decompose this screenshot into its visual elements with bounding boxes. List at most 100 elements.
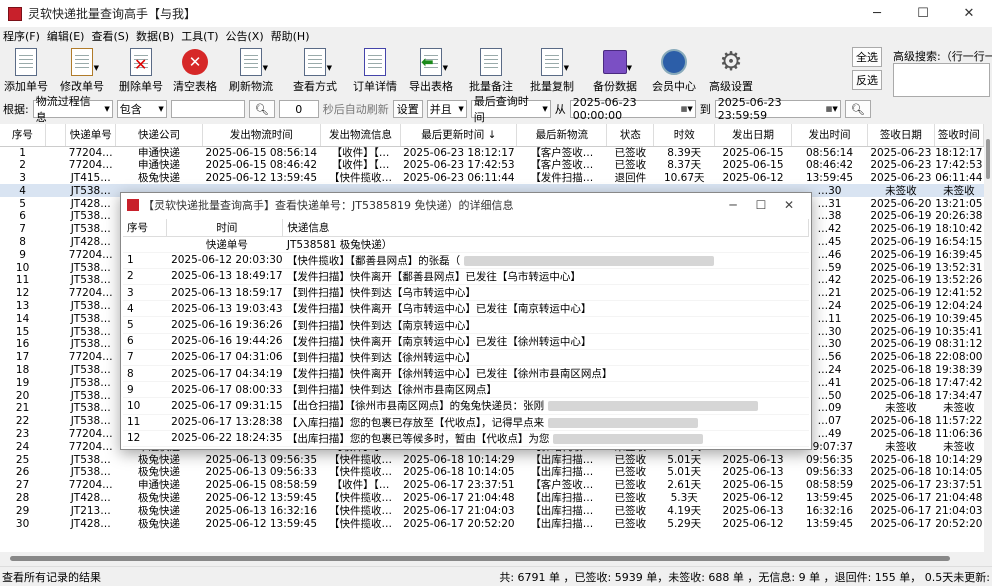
table-cell: 2025-06-15 08:46:42 [205, 159, 318, 172]
dialog-minimize-button[interactable]: ─ [719, 193, 747, 217]
menu-notice[interactable]: 公告(X) [226, 28, 264, 44]
dialog-cell-index: 9 [123, 381, 167, 399]
advanced-search-input[interactable] [893, 63, 990, 97]
column-header[interactable]: 最后更新时间 ↓ [400, 124, 518, 147]
toolbar-button-label: 备份数据 [593, 80, 637, 93]
dialog-row[interactable]: 1 2025-06-12 20:03:30 【快件揽收】【鄱善县网点】的张磊（ [123, 252, 809, 269]
filter-keyword-input[interactable] [170, 100, 245, 118]
toolbar-button-batch-note[interactable]: 批量备注 [460, 45, 522, 97]
dropdown-arrow-icon[interactable]: ▼ [564, 64, 569, 72]
column-header[interactable]: 发出时间 [791, 124, 869, 147]
column-header[interactable]: 状态 [606, 124, 655, 147]
menu-edit[interactable]: 编辑(E) [47, 28, 85, 44]
dialog-maximize-button[interactable]: ☐ [747, 193, 775, 217]
dialog-row[interactable]: 12 2025-06-22 18:24:35 【出库扫描】您的包裹已等候多时，暂由【… [123, 430, 809, 447]
toolbar-button-add-doc[interactable]: 添加单号 [0, 45, 52, 97]
column-header[interactable]: 签收日期 [867, 124, 935, 147]
date-search-button[interactable]: 🔍︎ [844, 100, 871, 118]
column-header[interactable]: 时效 [653, 124, 716, 147]
dialog-col-time[interactable]: 时间 [166, 219, 284, 237]
table-row[interactable]: 2 77204… 申通快递 2025-06-15 08:46:42 【收件】【… 2025… [0, 159, 984, 172]
column-header[interactable]: 快递单号 [65, 124, 117, 147]
column-header[interactable]: 发出物流时间 [202, 124, 321, 147]
dialog-row[interactable]: 8 2025-06-17 04:34:19 【发件扫描】快件离开【徐州转运中心】已发… [123, 365, 809, 383]
table-row[interactable]: 30 JT428… 极兔快递 2025-06-12 13:59:45 【快件揽收… 202… [0, 517, 984, 530]
table-row[interactable]: 3 JT415… 极兔快递 2025-06-12 13:59:45 【快件揽收… 2025… [0, 172, 984, 185]
table-cell: 27 [15, 479, 30, 492]
table-row[interactable]: 29 JT213… 极兔快递 2025-06-13 16:32:16 【快件揽收… 202… [0, 504, 984, 517]
table-cell: 20:26:38 [935, 210, 983, 223]
column-header[interactable]: 发出日期 [714, 124, 793, 147]
toolbar-button-backup[interactable]: ▼ 备份数据 [582, 45, 648, 97]
menu-data[interactable]: 数据(B) [136, 28, 174, 44]
dialog-col-index[interactable]: 序号 [123, 219, 168, 237]
scrollbar-thumb[interactable] [986, 139, 990, 179]
dropdown-arrow-icon[interactable]: ▼ [327, 64, 332, 72]
dialog-row[interactable]: 11 2025-06-17 13:28:38 【入库扫描】您的包裹已存放至【代收点】… [123, 414, 809, 431]
dropdown-arrow-icon[interactable]: ▼ [94, 64, 99, 72]
toolbar-button-export-table[interactable]: ⬅ ▼ 导出表格 [402, 45, 460, 97]
to-date-picker[interactable]: 2025-06-23 23:59:59 ▦▼ [714, 96, 841, 122]
maximize-button[interactable]: ☐ [900, 0, 946, 27]
menu-help[interactable]: 帮助(H) [271, 28, 310, 44]
column-header[interactable] [45, 124, 67, 147]
table-row[interactable]: 25 JT538… 极兔快递 2025-06-13 09:56:35 【快件揽收… 202… [0, 453, 984, 466]
dialog-row[interactable]: 2 2025-06-13 18:49:17 【发件扫描】快件离开【鄱善县网点】已发往… [123, 268, 809, 286]
table-row[interactable]: 26 JT538… 极兔快递 2025-06-13 09:56:33 【快件揽收… 202… [0, 466, 984, 479]
dialog-row[interactable]: 7 2025-06-17 04:31:06 【到件扫描】快件到达【徐州转运中心】 [123, 349, 809, 367]
menu-tools[interactable]: 工具(T) [181, 28, 218, 44]
dialog-table[interactable]: 序号 时间 快递信息 快递单号 JT538581 极兔快递） 1 2025-06-… [123, 219, 809, 447]
column-header[interactable]: 序号 [0, 124, 46, 147]
select-all-button[interactable]: 全选 [852, 47, 882, 67]
column-header[interactable]: 快递公司 [115, 124, 203, 147]
table-cell: 极兔快递 [137, 453, 180, 466]
table-cell: 26 [15, 466, 30, 479]
table-cell [45, 351, 66, 364]
dropdown-arrow-icon[interactable]: ▼ [443, 64, 448, 72]
settings-button[interactable]: 设置 [392, 100, 423, 118]
column-header[interactable]: 签收时间 [934, 124, 984, 147]
horizontal-scrollbar[interactable] [0, 552, 992, 566]
toolbar-button-view-mode[interactable]: ▼ 查看方式 [282, 45, 348, 97]
toolbar-button-refresh-doc[interactable]: ▼ 刷新物流 [220, 45, 282, 97]
dialog-row[interactable]: 3 2025-06-13 18:59:17 【到件扫描】快件到达【乌市转运中心】 [123, 284, 809, 302]
table-row[interactable]: 28 JT428… 极兔快递 2025-06-12 13:59:45 【快件揽收… 202… [0, 492, 984, 505]
minimize-button[interactable]: ─ [854, 0, 900, 27]
detail-dialog[interactable]: 【灵软快递批量查询高手】查看快递单号：JT5385819 免快递）的详细信息 ─… [120, 192, 812, 450]
close-button[interactable]: ✕ [946, 0, 992, 27]
toolbar-button-delete-doc[interactable]: ✕ 删除单号 [112, 45, 170, 97]
dropdown-arrow-icon[interactable]: ▼ [627, 64, 632, 72]
dialog-row[interactable]: 5 2025-06-16 19:36:26 【到件扫描】快件到达【南京转运中心】 [123, 316, 809, 334]
toolbar-button-clear-table[interactable]: ✕ 清空表格 [170, 45, 220, 97]
table-row[interactable]: 1 77204… 申通快递 2025-06-15 08:56:14 【收件】【… 2025… [0, 146, 984, 159]
auto-refresh-seconds-input[interactable]: 0 [278, 100, 319, 118]
menu-view[interactable]: 查看(S) [91, 28, 129, 44]
scrollbar-thumb[interactable] [10, 556, 950, 561]
dialog-row[interactable]: 4 2025-06-13 19:03:43 【发件扫描】快件离开【乌市转运中心】已发… [123, 300, 809, 318]
column-header[interactable]: 发出物流信息 [320, 124, 402, 147]
toolbar-button-member-center[interactable]: 会员中心 [648, 45, 700, 97]
invert-selection-button[interactable]: 反选 [852, 70, 882, 90]
vertical-scrollbar[interactable] [984, 124, 992, 552]
toolbar-button-order-detail[interactable]: 订单详情 [348, 45, 402, 97]
filter-field-select[interactable]: 物流过程信息 ▼ [32, 95, 113, 124]
toolbar-button-edit-doc[interactable]: ▼ 修改单号 [52, 45, 112, 97]
menu-program[interactable]: 程序(F) [3, 28, 40, 44]
dialog-col-info[interactable]: 快递信息 [282, 219, 809, 237]
table-cell: 未签收 [934, 184, 984, 198]
table-cell: 8.37天 [667, 159, 702, 172]
logic-select[interactable]: 并且 ▼ [426, 100, 467, 118]
toolbar-button-gear[interactable]: ⚙ 高级设置 [700, 45, 762, 97]
search-button[interactable]: 🔍︎ [248, 100, 275, 118]
dropdown-arrow-icon[interactable]: ▼ [263, 64, 268, 72]
dialog-row[interactable]: 9 2025-06-17 08:00:33 【到件扫描】快件到达【徐州市县南区网点】 [123, 381, 809, 399]
dialog-close-button[interactable]: ✕ [775, 193, 803, 217]
table-row[interactable]: 27 77204… 申通快递 2025-06-15 08:58:59 【收件】【… 202… [0, 479, 984, 492]
time-field-select[interactable]: 最后查询时间 ▼ [470, 95, 551, 124]
filter-match-select[interactable]: 包含 ▼ [116, 100, 167, 118]
dialog-row[interactable]: 10 2025-06-17 09:31:15 【出仓扫描】【徐州市县南区网点】的兔兔… [123, 397, 809, 415]
column-header[interactable]: 最后新物流 [516, 124, 608, 147]
toolbar-button-batch-copy[interactable]: ▼ 批量复制 [522, 45, 582, 97]
dialog-row[interactable]: 6 2025-06-16 19:44:26 【发件扫描】快件离开【南京转运中心】已发… [123, 333, 809, 350]
from-date-picker[interactable]: 2025-06-23 00:00:00 ▦▼ [569, 96, 696, 122]
